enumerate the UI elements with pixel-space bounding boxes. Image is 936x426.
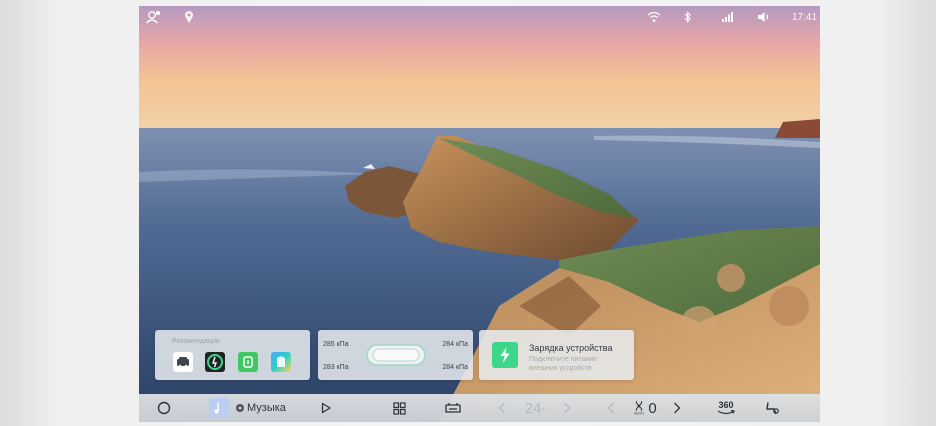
charging-subtitle: Подключите питание внешних устройств (529, 356, 598, 372)
lightning-bolt-icon (492, 342, 518, 368)
car-top-view-icon (366, 344, 426, 366)
fan-down-icon[interactable] (603, 394, 619, 422)
car-outline-icon[interactable] (441, 394, 465, 422)
profile-icon[interactable] (145, 10, 161, 24)
recommendations-widget[interactable]: Рекомендации (155, 330, 310, 380)
car-app-icon[interactable] (173, 352, 193, 372)
music-note-icon[interactable] (209, 398, 229, 418)
clock-time: 17:41 (792, 11, 818, 23)
music-label: Музыка (247, 402, 286, 414)
location-pin-icon (184, 10, 194, 24)
tire-front-right-pressure: 284 кПа (442, 341, 468, 348)
bluetooth-icon (684, 10, 692, 24)
temperature-display: 24 ° (517, 394, 553, 422)
temperature-value: 24 (524, 399, 542, 417)
bottom-dock: Музыка 24 ° AUTO 0 360 (139, 394, 820, 422)
status-bar: 17:41 (139, 6, 820, 28)
tire-front-left-pressure: 285 кПа (323, 341, 349, 348)
camera-360-button[interactable]: 360 (713, 394, 739, 422)
recommendations-title: Рекомендации (172, 338, 220, 345)
clock: 17:41 (792, 10, 817, 24)
device-charging-widget[interactable]: Зарядка устройства Подключите питание вн… (479, 330, 634, 380)
cellular-signal-icon (720, 10, 734, 24)
camera-360-label: 360 (718, 399, 734, 410)
fan-up-icon[interactable] (669, 394, 685, 422)
temperature-unit: ° (541, 406, 546, 416)
app-grid-icon[interactable] (389, 394, 409, 422)
play-icon[interactable] (316, 394, 336, 422)
head-unit-screen: 17:41 Рекомендации 285 кПа 284 кПа 283 к… (139, 6, 820, 422)
fan-speed-display: AUTO 0 (627, 394, 663, 422)
seat-settings-icon[interactable] (761, 394, 783, 422)
fan-icon: AUTO (634, 401, 644, 416)
volume-icon[interactable] (757, 10, 771, 24)
svg-text:AUTO: AUTO (634, 412, 644, 416)
charging-title: Зарядка устройства (529, 343, 613, 353)
music-source-icon (236, 404, 244, 412)
fan-speed-value: 0 (648, 399, 657, 417)
temperature-up-icon[interactable] (559, 394, 575, 422)
tire-rear-right-pressure: 284 кПа (442, 364, 468, 371)
temperature-down-icon[interactable] (494, 394, 510, 422)
green-app-icon[interactable] (238, 352, 258, 372)
speed-app-icon[interactable] (205, 352, 225, 372)
tire-rear-left-pressure: 283 кПа (323, 364, 349, 371)
tire-pressure-widget[interactable]: 285 кПа 284 кПа 283 кПа 284 кПа (318, 330, 473, 380)
rotate-arrow-icon (717, 409, 735, 414)
wifi-icon (647, 10, 661, 24)
music-button[interactable]: Музыка (235, 394, 291, 422)
gallery-app-icon[interactable] (271, 352, 291, 372)
home-circle-icon[interactable] (153, 394, 175, 422)
